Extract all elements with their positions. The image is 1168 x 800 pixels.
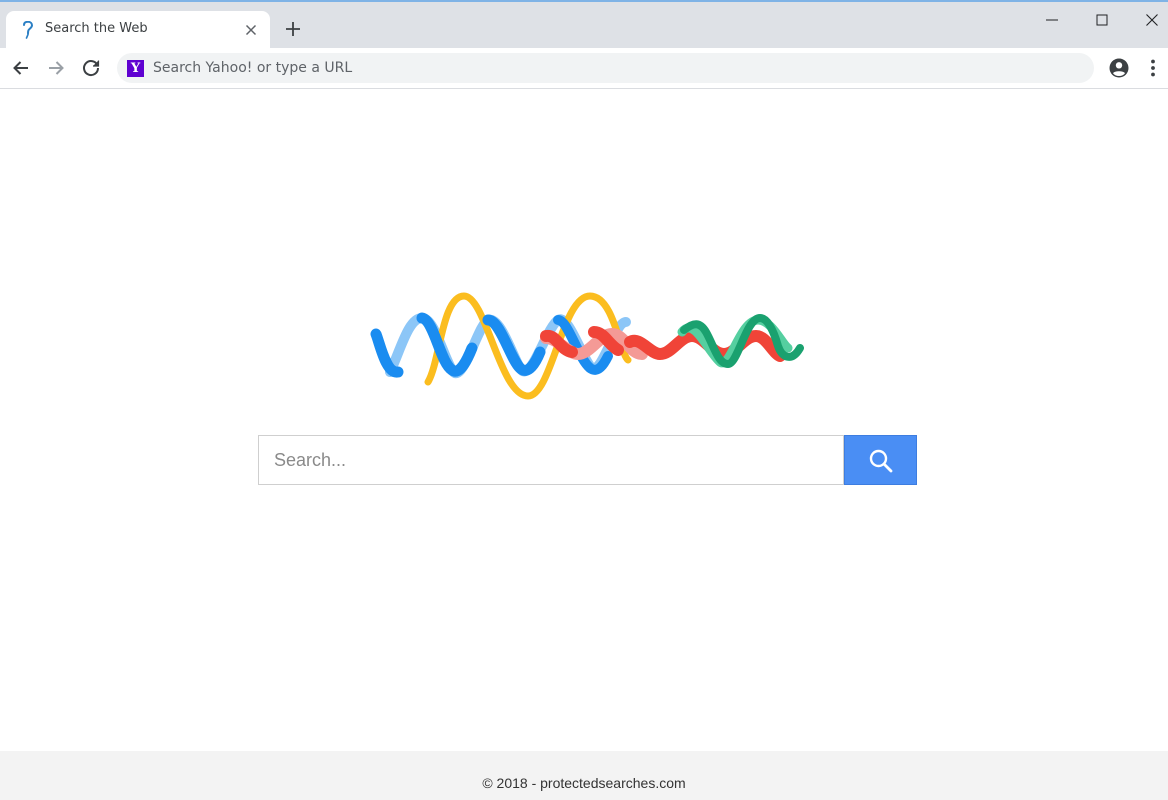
maximize-icon[interactable] bbox=[1092, 10, 1112, 30]
wave-ribbon-logo bbox=[368, 292, 806, 402]
yahoo-site-icon: Y bbox=[127, 60, 144, 77]
page-content bbox=[0, 89, 1168, 751]
tab-title: Search the Web bbox=[45, 21, 148, 36]
search-button[interactable] bbox=[844, 435, 917, 485]
minimize-icon[interactable] bbox=[1042, 10, 1062, 30]
page-footer: © 2018 - protectedsearches.com bbox=[0, 751, 1168, 800]
address-input[interactable] bbox=[153, 53, 1073, 83]
search-box bbox=[258, 435, 844, 485]
tab-strip: Search the Web bbox=[0, 2, 1168, 48]
search-input[interactable] bbox=[259, 436, 843, 484]
address-bar[interactable]: Y bbox=[117, 53, 1094, 83]
account-circle-icon[interactable] bbox=[1107, 56, 1131, 80]
browser-toolbar: Y bbox=[0, 48, 1168, 89]
more-vert-icon[interactable] bbox=[1143, 56, 1163, 80]
back-arrow-icon[interactable] bbox=[9, 56, 33, 80]
forward-arrow-icon[interactable] bbox=[44, 56, 68, 80]
tab-search-the-web[interactable]: Search the Web bbox=[6, 11, 270, 48]
copyright-text: © 2018 - protectedsearches.com bbox=[482, 775, 686, 791]
browser-window: Search the Web Y Search Yahoo! or type a… bbox=[0, 0, 1168, 800]
question-mark-icon bbox=[20, 20, 36, 39]
plus-icon[interactable] bbox=[282, 18, 304, 40]
tab-close-icon[interactable] bbox=[242, 21, 260, 39]
reload-icon[interactable] bbox=[79, 56, 103, 80]
search-icon bbox=[869, 449, 893, 473]
close-icon[interactable] bbox=[1142, 10, 1162, 30]
